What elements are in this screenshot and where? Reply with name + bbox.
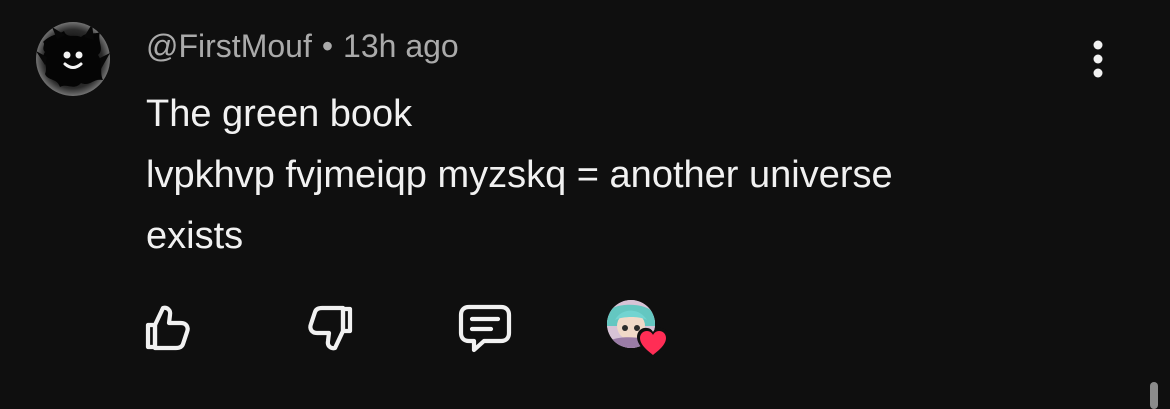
comment-timestamp: 13h ago <box>343 28 459 64</box>
comment-body: The green book lvpkhvp fvjmeiqp myzskq =… <box>146 84 1046 267</box>
scrollbar[interactable] <box>1150 382 1158 409</box>
author-avatar[interactable] <box>36 22 110 96</box>
shadow-creature-avatar-image <box>36 24 110 87</box>
more-options-button[interactable] <box>1078 38 1118 82</box>
comment-line: lvpkhvp fvjmeiqp myzskq = another univer… <box>146 154 893 196</box>
dislike-button[interactable] <box>304 300 360 356</box>
reply-icon <box>458 304 512 353</box>
like-button[interactable] <box>138 300 194 356</box>
comment-line: exists <box>146 215 244 257</box>
author-handle[interactable]: @FirstMouf <box>146 28 312 64</box>
meta-separator: • <box>321 28 334 64</box>
thumbs-up-icon <box>145 305 190 351</box>
comment-meta: @FirstMouf • 13h ago <box>146 26 459 66</box>
creator-heart-badge[interactable] <box>607 300 671 360</box>
more-vertical-icon <box>1093 40 1103 78</box>
thumbs-down-icon <box>308 305 353 351</box>
heart-icon <box>637 327 669 358</box>
comment-line: The green book <box>146 93 413 135</box>
reply-button[interactable] <box>457 300 513 356</box>
